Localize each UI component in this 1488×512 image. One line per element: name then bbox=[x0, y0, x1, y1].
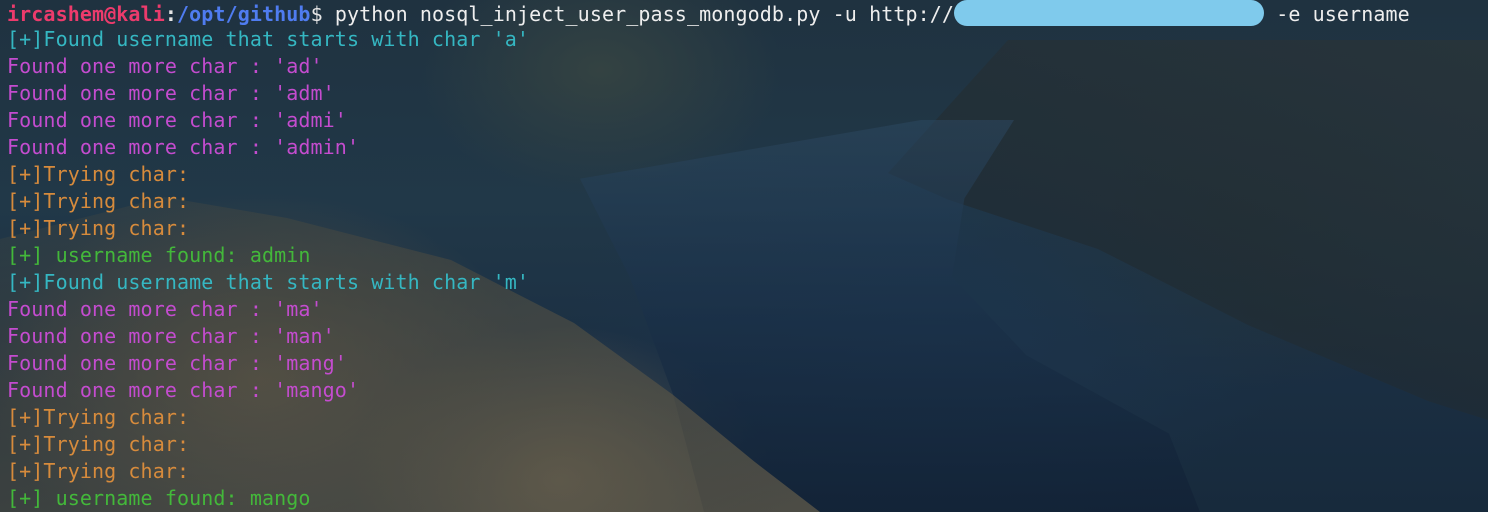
output-line: Found one more char : 'admin' bbox=[7, 135, 360, 159]
command-text: python nosql_inject_user_pass_mongodb.py… bbox=[322, 2, 955, 26]
output-line: [+]Found username that starts with char … bbox=[7, 270, 530, 294]
output-line: [+] username found: admin bbox=[7, 243, 311, 267]
prompt-path: /opt/github bbox=[177, 2, 311, 26]
output-line: Found one more char : 'mango' bbox=[7, 378, 360, 402]
output-line: [+]Trying char: bbox=[7, 189, 190, 213]
output-line: [+]Found username that starts with char … bbox=[7, 27, 530, 51]
output-line: Found one more char : 'adm' bbox=[7, 81, 335, 105]
output-line: [+]Trying char: bbox=[7, 432, 190, 456]
output-line: [+] username found: mango bbox=[7, 486, 311, 510]
command-text-args: -e username bbox=[1264, 2, 1410, 26]
output-line: [+]Trying char: bbox=[7, 405, 190, 429]
output-line: Found one more char : 'man' bbox=[7, 324, 335, 348]
output-line: Found one more char : 'mang' bbox=[7, 351, 347, 375]
output-line: [+]Trying char: bbox=[7, 216, 190, 240]
prompt-line: ircashem@kali:/opt/github$ python nosql_… bbox=[7, 0, 1488, 26]
prompt-colon: : bbox=[164, 2, 177, 26]
redaction-mark bbox=[954, 0, 1265, 26]
output-line: [+]Trying char: bbox=[7, 459, 190, 483]
output-line: Found one more char : 'ma' bbox=[7, 297, 323, 321]
prompt-dollar: $ bbox=[310, 2, 323, 26]
prompt-user-host: ircashem@kali bbox=[7, 2, 165, 26]
output-line: [+]Trying char: bbox=[7, 162, 190, 186]
output-line: Found one more char : 'admi' bbox=[7, 108, 347, 132]
terminal-window[interactable]: ircashem@kali:/opt/github$ python nosql_… bbox=[0, 0, 1488, 512]
output-line: Found one more char : 'ad' bbox=[7, 54, 323, 78]
